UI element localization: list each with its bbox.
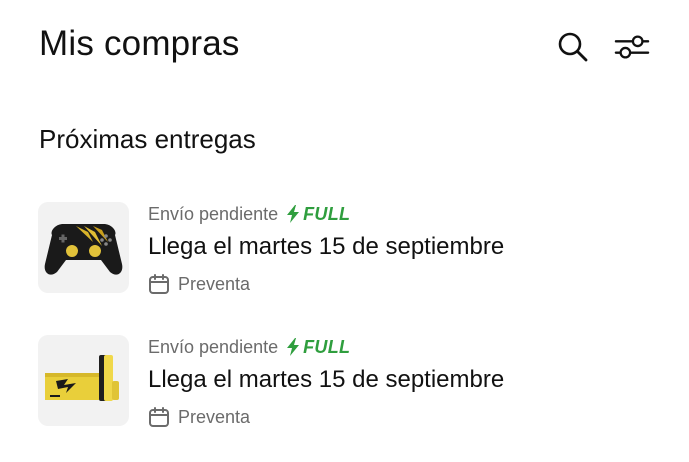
filter-button[interactable]: [614, 29, 650, 65]
order-item[interactable]: Envío pendiente FULL Llega el martes 15 …: [38, 335, 658, 427]
presale-tag: Preventa: [148, 272, 250, 296]
delivery-date: Llega el martes 15 de septiembre: [148, 233, 505, 260]
lightning-icon: [287, 205, 300, 223]
presale-tag-label: Preventa: [178, 273, 251, 294]
delivery-date: Llega el martes 15 de septiembre: [148, 366, 505, 393]
page-title: Mis compras: [39, 24, 240, 63]
presale-tag: Preventa: [148, 405, 250, 429]
presale-tag-label: Preventa: [178, 406, 251, 427]
full-badge: FULL: [286, 204, 350, 225]
product-thumbnail-gamepad: [38, 202, 129, 293]
shipping-status: Envío pendiente FULL: [148, 336, 350, 358]
search-icon: [558, 32, 588, 62]
search-button[interactable]: [555, 29, 591, 65]
product-thumbnail-console-bundle: [38, 335, 129, 426]
sliders-icon: [614, 35, 650, 59]
shipping-status: Envío pendiente FULL: [148, 203, 350, 225]
calendar-icon: [149, 407, 169, 427]
lightning-icon: [287, 338, 300, 356]
calendar-icon: [149, 274, 169, 294]
full-badge-label: FULL: [303, 203, 351, 224]
full-badge-label: FULL: [303, 336, 351, 357]
shipping-status-text: Envío pendiente: [148, 336, 279, 357]
app-header: Mis compras: [0, 0, 689, 96]
shipping-status-text: Envío pendiente: [148, 203, 279, 224]
full-badge: FULL: [286, 337, 350, 358]
order-item[interactable]: Envío pendiente FULL Llega el martes 15 …: [38, 202, 658, 294]
section-title: Próximas entregas: [39, 124, 256, 154]
